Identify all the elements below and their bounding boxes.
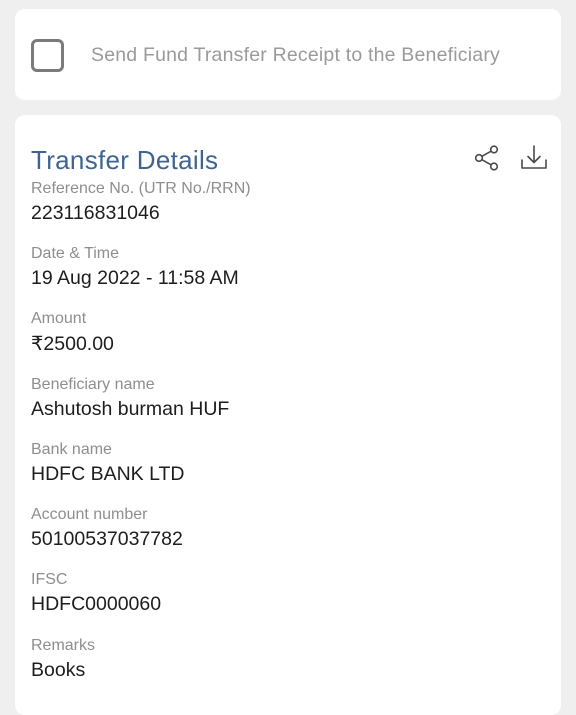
beneficiary-name-value: Ashutosh burman HUF (31, 398, 230, 420)
date-time-label: Date & Time (31, 245, 120, 262)
account-number-value: 50100537037782 (31, 528, 183, 550)
amount-label: Amount (31, 310, 87, 327)
ifsc-label: IFSC (31, 571, 68, 588)
reference-number-label: Reference No. (UTR No./RRN) (31, 180, 251, 197)
share-button[interactable] (470, 141, 504, 175)
reference-number-value: 223116831046 (31, 202, 160, 224)
send-receipt-card: Send Fund Transfer Receipt to the Benefi… (15, 9, 561, 100)
send-receipt-label[interactable]: Send Fund Transfer Receipt to the Benefi… (91, 44, 500, 67)
remarks-value: Books (31, 659, 86, 681)
ifsc-value: HDFC0000060 (31, 593, 162, 615)
amount-value: ₹2500.00 (31, 333, 114, 355)
send-receipt-checkbox[interactable] (31, 39, 64, 72)
beneficiary-name-label: Beneficiary name (31, 376, 155, 393)
bank-name-value: HDFC BANK LTD (31, 463, 185, 485)
remarks-label: Remarks (31, 637, 96, 654)
transfer-details-card: Transfer Details Reference No. (UTR No./… (15, 115, 561, 715)
download-button[interactable] (517, 141, 551, 175)
account-number-label: Account number (31, 506, 148, 523)
bank-name-label: Bank name (31, 441, 112, 458)
date-time-value: 19 Aug 2022 - 11:58 AM (31, 267, 239, 289)
share-icon (474, 145, 499, 171)
download-icon (521, 145, 547, 169)
transfer-details-title: Transfer Details (31, 145, 219, 175)
